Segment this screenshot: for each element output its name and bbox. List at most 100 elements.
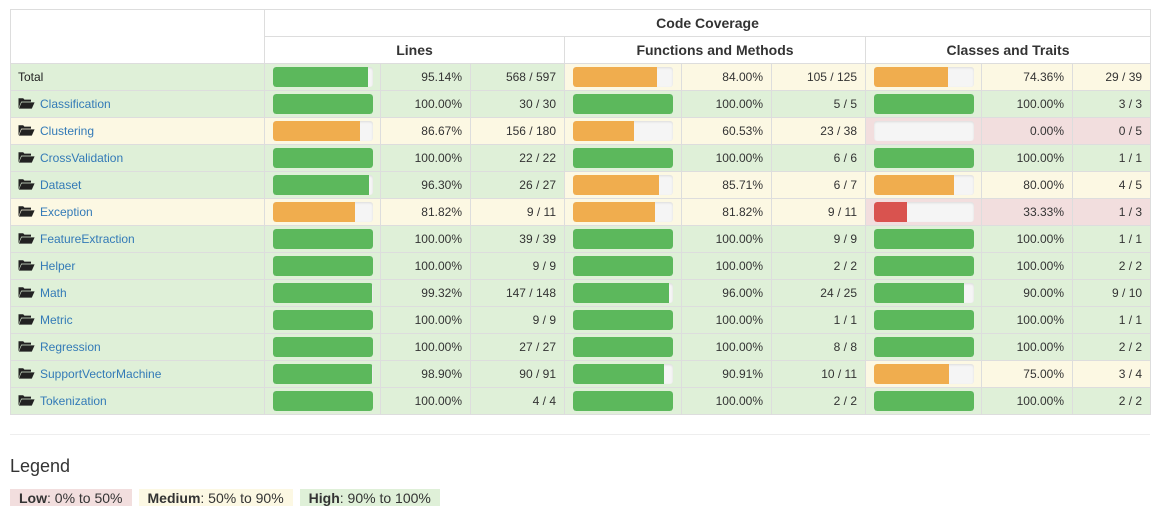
folder-open-icon	[18, 124, 35, 136]
lines-progress-cell	[264, 117, 381, 145]
lines-percent: 86.67%	[380, 117, 471, 145]
folder-open-icon	[18, 259, 35, 271]
directory-link[interactable]: FeatureExtraction	[40, 232, 135, 246]
classes-progress-bar	[874, 121, 974, 141]
classes-progress-fill	[874, 67, 949, 87]
functions-progress-cell	[564, 387, 682, 415]
directory-link[interactable]: Dataset	[40, 178, 81, 192]
classes-progress-fill	[874, 364, 949, 384]
lines-progress-bar	[273, 175, 373, 195]
name-cell: Regression	[10, 333, 265, 361]
functions-progress-fill	[573, 121, 634, 141]
lines-count: 22 / 22	[470, 144, 565, 172]
lines-progress-bar	[273, 229, 373, 249]
classes-count: 4 / 5	[1071, 171, 1152, 199]
name-cell: Tokenization	[10, 387, 265, 415]
functions-progress-cell	[564, 90, 682, 118]
total-row: Total 95.14% 568 / 597 84.00% 105 / 125 74.36…	[10, 63, 1152, 91]
directory-link[interactable]: Metric	[40, 313, 73, 327]
lines-progress-cell	[264, 171, 381, 199]
functions-count: 1 / 1	[771, 306, 866, 334]
folder-open-icon	[18, 313, 35, 325]
functions-progress-fill	[573, 148, 673, 168]
lines-count: 90 / 91	[470, 360, 565, 388]
functions-progress-cell	[564, 252, 682, 280]
classes-count: 3 / 4	[1071, 360, 1152, 388]
directory-link[interactable]: Math	[40, 286, 67, 300]
directory-link[interactable]: Regression	[40, 340, 101, 354]
directory-link[interactable]: Classification	[40, 97, 111, 111]
classes-progress-cell	[865, 333, 982, 361]
coverage-rows: Total 95.14% 568 / 597 84.00% 105 / 125 74.36…	[10, 63, 1152, 415]
functions-progress-bar	[573, 364, 673, 384]
classes-progress-fill	[874, 391, 974, 411]
folder-open-icon	[18, 205, 35, 217]
classes-count: 29 / 39	[1071, 63, 1152, 91]
classes-percent: 100.00%	[981, 90, 1073, 118]
lines-progress-bar	[273, 310, 373, 330]
lines-progress-cell	[264, 252, 381, 280]
lines-count: 4 / 4	[470, 387, 565, 415]
name-cell: Metric	[10, 306, 265, 334]
classes-progress-bar	[874, 148, 974, 168]
functions-progress-bar	[573, 148, 673, 168]
functions-progress-bar	[573, 391, 673, 411]
classes-progress-fill	[874, 94, 974, 114]
directory-link[interactable]: SupportVectorMachine	[40, 367, 161, 381]
lines-percent: 98.90%	[380, 360, 471, 388]
folder-open-icon	[18, 340, 35, 352]
functions-progress-fill	[573, 256, 673, 276]
classes-progress-fill	[874, 310, 974, 330]
classes-progress-cell	[865, 360, 982, 388]
lines-progress-bar	[273, 283, 373, 303]
classes-percent: 80.00%	[981, 171, 1073, 199]
lines-progress-fill	[273, 337, 373, 357]
lines-progress-bar	[273, 148, 373, 168]
lines-progress-fill	[273, 175, 370, 195]
functions-progress-cell	[564, 171, 682, 199]
functions-percent: 90.91%	[681, 360, 772, 388]
functions-count: 2 / 2	[771, 387, 866, 415]
lines-progress-cell	[264, 306, 381, 334]
name-cell: Dataset	[10, 171, 265, 199]
name-cell: Helper	[10, 252, 265, 280]
lines-progress-bar	[273, 202, 373, 222]
functions-progress-cell	[564, 198, 682, 226]
classes-progress-cell	[865, 90, 982, 118]
directory-link[interactable]: Helper	[40, 259, 75, 273]
lines-progress-cell	[264, 225, 381, 253]
classes-percent: 0.00%	[981, 117, 1073, 145]
folder-open-icon	[18, 286, 35, 298]
name-cell: CrossValidation	[10, 144, 265, 172]
table-row: Tokenization 100.00% 4 / 4 100.00% 2 / 2 100.…	[10, 387, 1152, 415]
lines-progress-bar	[273, 94, 373, 114]
legend-low-label: Low	[19, 490, 47, 506]
directory-link[interactable]: Clustering	[40, 124, 94, 138]
legend-low: Low: 0% to 50%	[10, 489, 132, 506]
functions-percent: 100.00%	[681, 333, 772, 361]
classes-progress-bar	[874, 364, 974, 384]
lines-percent: 100.00%	[380, 225, 471, 253]
lines-progress-fill	[273, 229, 373, 249]
lines-progress-bar	[273, 67, 373, 87]
directory-link[interactable]: CrossValidation	[40, 151, 123, 165]
name-cell: Exception	[10, 198, 265, 226]
directory-link[interactable]: Exception	[40, 205, 93, 219]
classes-progress-cell	[865, 225, 982, 253]
functions-progress-cell	[564, 225, 682, 253]
lines-percent: 100.00%	[380, 387, 471, 415]
classes-count: 1 / 1	[1071, 306, 1152, 334]
name-cell: SupportVectorMachine	[10, 360, 265, 388]
legend-high: High: 90% to 100%	[299, 489, 440, 506]
functions-progress-bar	[573, 337, 673, 357]
functions-percent: 100.00%	[681, 90, 772, 118]
functions-percent: 96.00%	[681, 279, 772, 307]
coverage-report: Code Coverage Lines Functions and Method…	[10, 9, 1152, 415]
directory-link[interactable]: Tokenization	[40, 394, 107, 408]
lines-count: 39 / 39	[470, 225, 565, 253]
lines-count: 156 / 180	[470, 117, 565, 145]
classes-count: 0 / 5	[1071, 117, 1152, 145]
classes-percent: 74.36%	[981, 63, 1073, 91]
functions-percent: 60.53%	[681, 117, 772, 145]
functions-progress-bar	[573, 67, 673, 87]
